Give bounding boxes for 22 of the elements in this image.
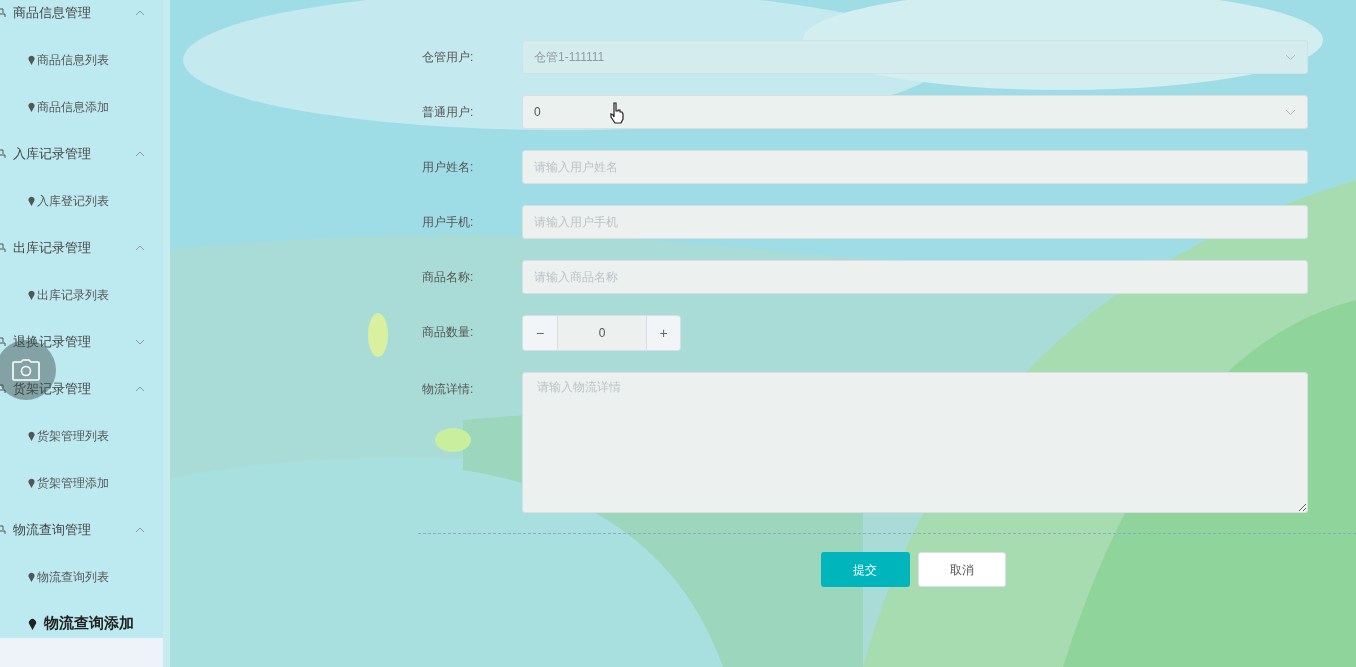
menu-item[interactable]: 出库记录列表 [37,285,109,304]
field-label: 用户手机: [422,214,475,231]
field-label: 普通用户: [422,104,475,121]
cancel-button[interactable]: 取消 [917,552,1006,587]
menu-group-title[interactable]: 物流查询管理 [13,519,135,540]
menu-group-title[interactable]: 商品信息管理 [13,2,135,23]
menu-item[interactable]: 入库登记列表 [37,191,109,210]
menu-item[interactable]: 商品信息列表 [37,50,109,69]
field-label: 商品数量: [422,324,475,341]
field-label: 用户姓名: [422,159,475,176]
field-label: 商品名称: [422,269,475,286]
menu-item[interactable]: 货架管理列表 [37,426,109,445]
select-field[interactable]: 0 [522,95,1308,129]
menu-group-title[interactable]: 入库记录管理 [13,143,135,164]
field-label: 物流详情: [422,381,475,398]
menu-item[interactable]: 物流查询列表 [37,567,109,586]
menu-item[interactable]: 物流查询添加 [44,612,134,635]
menu-item[interactable]: 商品信息添加 [37,97,109,116]
menu-item[interactable]: 货架管理添加 [37,473,109,492]
menu-group-title[interactable]: 出库记录管理 [13,237,135,258]
field-label: 仓管用户: [422,49,475,66]
menu-group-title[interactable]: 货架记录管理 [13,378,135,399]
